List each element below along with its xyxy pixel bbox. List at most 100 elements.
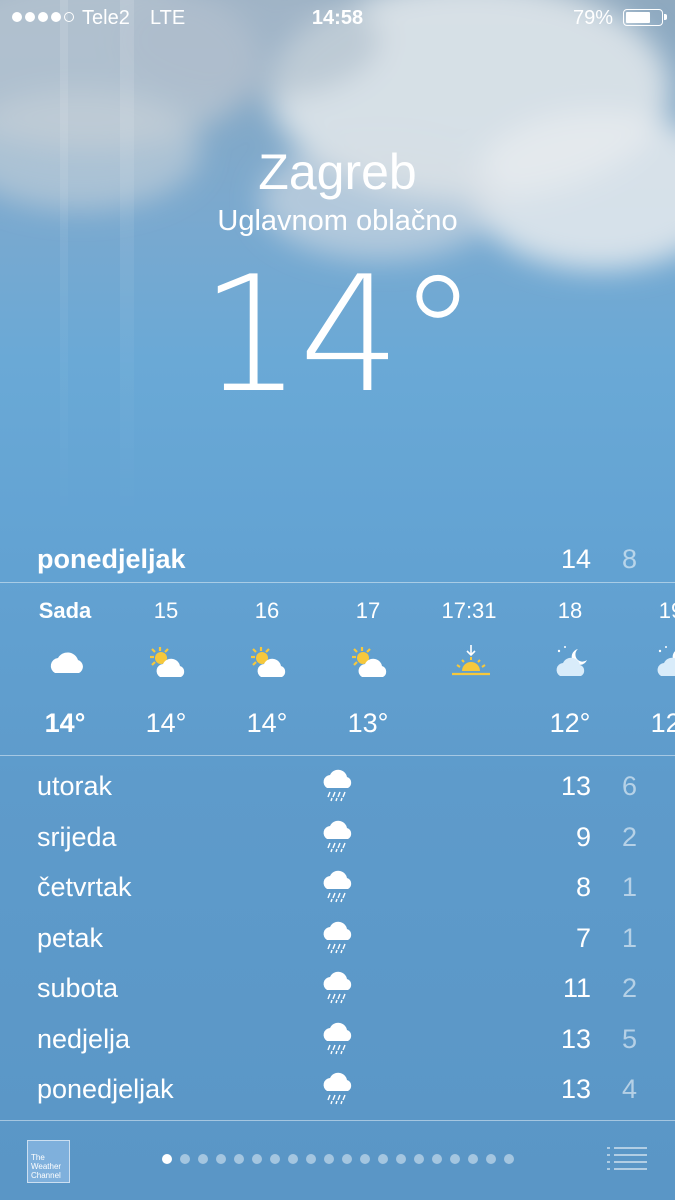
page-dot[interactable] [234,1154,244,1164]
hour-label: Sada [38,598,92,623]
page-dot[interactable] [288,1154,298,1164]
day-name: srijeda [37,821,117,852]
hour-label: 17 [355,598,381,623]
partly-sunny-icon [251,647,286,677]
today-high: 14 [560,544,591,574]
page-dot[interactable] [486,1154,496,1164]
hour-label: 19 [658,598,675,623]
page-dot[interactable] [216,1154,226,1164]
hourly-item: 17:31 [419,583,519,755]
day-high: 7 [575,922,591,953]
day-name: ponedjeljak [37,1074,174,1104]
battery-icon [623,9,667,26]
page-dot[interactable] [360,1154,370,1164]
day-high: 8 [575,872,591,902]
battery-percent: 79% [572,7,613,29]
current-temperature: 14° [200,241,478,428]
page-dot[interactable] [396,1154,406,1164]
daily-row: nedjelja 13 5 [0,1015,675,1066]
page-dot[interactable] [450,1154,460,1164]
page-dot[interactable] [414,1154,424,1164]
daily-row: četvrtak 8 1 [0,863,675,914]
today-day: ponedjeljak [37,544,186,574]
daily-row: subota 11 2 [0,964,675,1015]
hour-temperature: 14° [44,708,86,738]
hour-temperature: 12° [650,708,675,738]
rain-icon [323,1072,352,1105]
hour-temperature: 13° [347,708,389,738]
page-dot[interactable] [504,1154,514,1164]
status-bar: Tele2 LTE 14:58 79% [0,0,675,38]
hour-temperature: 14° [145,708,187,738]
sunset-icon [452,645,490,676]
day-high: 13 [560,1074,591,1104]
day-low: 2 [621,821,637,852]
cloud-icon [50,652,83,673]
day-name: petak [37,922,104,953]
page-dot[interactable] [468,1154,478,1164]
daily-row: utorak 13 6 [0,762,675,813]
day-low: 1 [621,922,637,953]
rain-icon [323,971,352,1004]
page-dot[interactable] [432,1154,442,1164]
logo-text: The Weather Channel [31,1153,62,1180]
day-low: 2 [621,973,637,1003]
day-name: subota [37,973,119,1003]
day-name: utorak [37,771,113,801]
day-high: 9 [575,821,591,852]
hourly-item: 17 13° [318,583,418,755]
hourly-item: 18 12° [520,583,620,755]
rain-icon [323,769,352,802]
hour-label: 17:31 [441,598,497,623]
day-low: 6 [621,771,637,801]
partly-cloudy-night-icon [556,646,587,676]
daily-row: ponedjeljak 13 4 [0,1065,675,1116]
hour-temperature: 14° [246,708,288,738]
hourly-item: 15 14° [116,583,216,755]
daily-forecast: utorak 13 6 srijeda 9 2 četvrtak 8 1 petak 7 1 subot… [0,762,675,1116]
hour-temperature: 12° [549,708,591,738]
list-icon[interactable] [607,1146,647,1172]
day-name: četvrtak [37,872,132,902]
page-dot[interactable] [180,1154,190,1164]
page-dot[interactable] [378,1154,388,1164]
hour-label: 18 [557,598,583,623]
daily-row: petak 7 1 [0,914,675,965]
rain-icon [323,870,352,903]
partly-cloudy-night-icon [657,646,675,676]
hourly-item: 19 12° [621,583,675,755]
weather-condition: Uglavnom oblačno [217,205,458,237]
page-dot[interactable] [306,1154,316,1164]
today-summary: ponedjeljak 14 8 [0,540,675,582]
day-high: 11 [562,973,591,1003]
partly-sunny-icon [150,647,185,677]
day-name: nedjelja [37,1023,131,1054]
page-dot[interactable] [270,1154,280,1164]
rain-icon [323,921,352,953]
bottom-bar: The Weather Channel [0,1122,675,1200]
rain-icon [323,1022,352,1054]
page-dot[interactable] [252,1154,262,1164]
page-dot[interactable] [198,1154,208,1164]
page-dot[interactable] [324,1154,334,1164]
day-high: 13 [560,1023,591,1054]
day-high: 13 [560,771,591,801]
hourly-item: 16 14° [217,583,317,755]
weather-channel-logo[interactable]: The Weather Channel [27,1140,70,1183]
hour-label: 15 [153,598,179,623]
page-dot[interactable] [342,1154,352,1164]
page-indicator[interactable] [162,1154,514,1164]
day-low: 4 [621,1074,637,1104]
hour-label: 16 [254,598,280,623]
page-dot-active[interactable] [162,1154,172,1164]
day-low: 5 [621,1023,637,1054]
daily-row: srijeda 9 2 [0,813,675,864]
divider [0,755,675,756]
divider [0,1120,675,1121]
hourly-item: Sada 14° [15,583,115,755]
day-low: 1 [621,872,637,902]
partly-sunny-icon [352,647,387,677]
today-low: 8 [621,544,637,574]
rain-icon [323,820,352,852]
hourly-forecast[interactable]: Sada 14° 15 14° 16 14° 17 13° 17:31 18 12° 19 12° [0,583,675,755]
